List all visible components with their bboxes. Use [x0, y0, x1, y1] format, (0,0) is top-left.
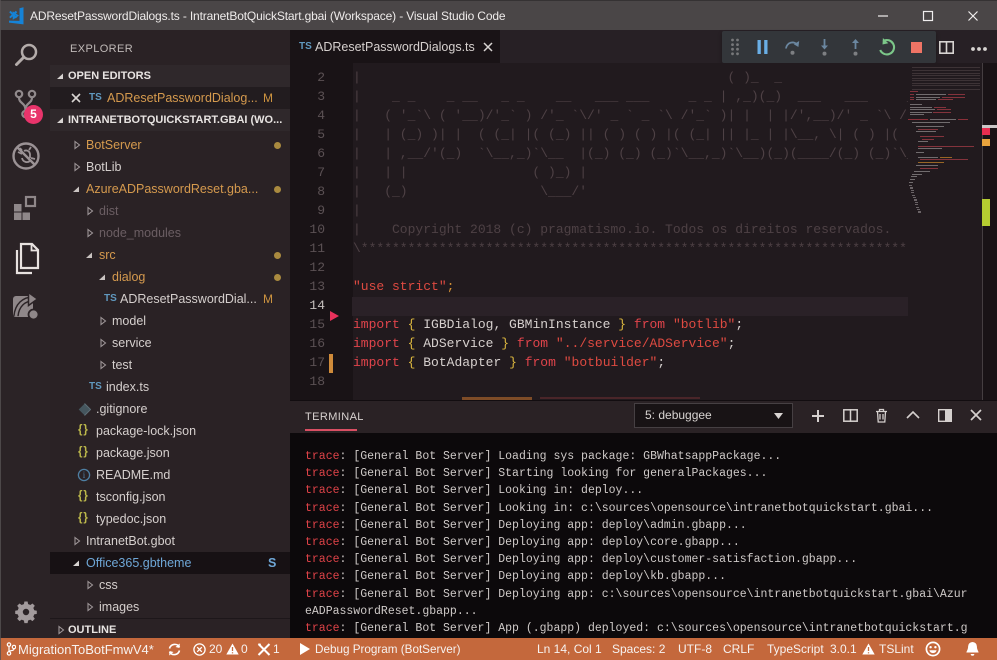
svg-text:i: i: [83, 470, 86, 480]
